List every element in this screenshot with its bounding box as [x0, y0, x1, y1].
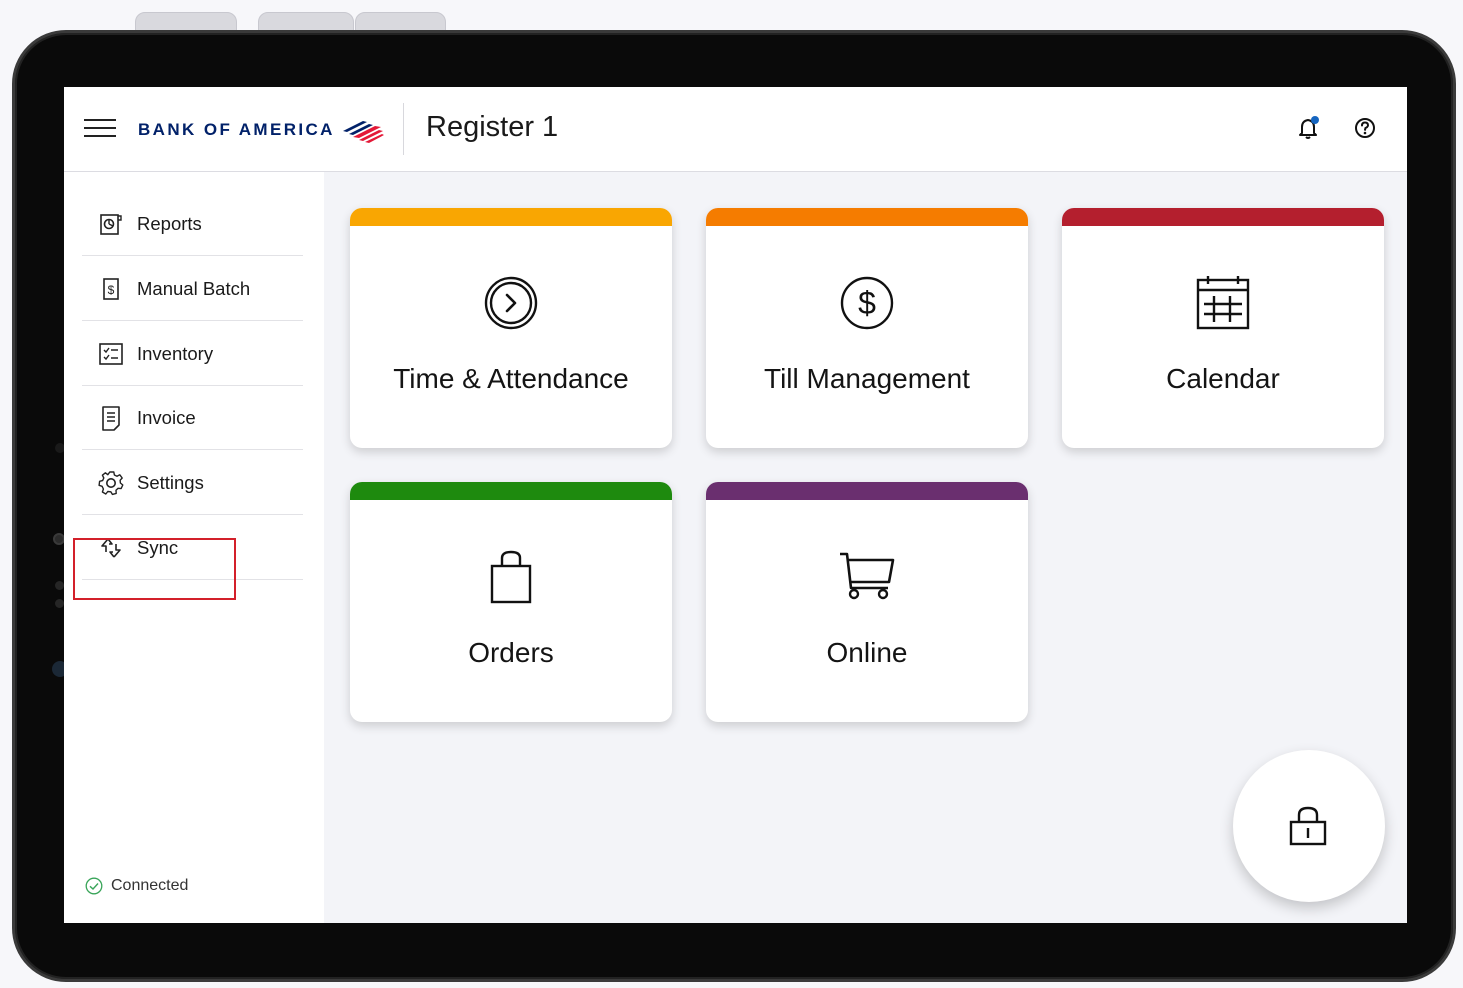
dollar-icon: $ — [840, 276, 894, 330]
tile-label: Online — [826, 637, 908, 668]
tile-label: Time & Attendance — [393, 363, 629, 394]
flag-logo-icon — [342, 121, 384, 143]
sidebar-item-sync[interactable]: Sync — [82, 516, 303, 580]
manual-batch-icon: $ — [103, 277, 119, 300]
sidebar-item-manual-batch[interactable]: $ Manual Batch — [82, 257, 303, 321]
sidebar-item-invoice[interactable]: Invoice — [82, 386, 303, 450]
logo-text: BANK OF AMERICA — [138, 120, 335, 139]
app-header: BANK OF AMERICA Register 1 — [64, 87, 1407, 172]
sync-icon — [101, 537, 121, 558]
tile-color-bar — [1062, 208, 1384, 226]
gear-icon — [98, 470, 124, 495]
sidebar-item-label: Invoice — [137, 406, 196, 428]
tile-orders[interactable]: Orders — [350, 482, 672, 722]
tile-color-bar — [350, 208, 672, 226]
tile-time-attendance[interactable]: Time & Attendance — [350, 208, 672, 448]
svg-text:$: $ — [858, 285, 876, 321]
calendar-icon — [1196, 276, 1250, 330]
status-text: Connected — [111, 877, 189, 894]
invoice-icon — [102, 405, 120, 431]
tile-color-bar — [350, 482, 672, 500]
sidebar-item-settings[interactable]: Settings — [82, 451, 303, 515]
sidebar-item-label: Settings — [137, 471, 204, 493]
sidebar-item-label: Manual Batch — [137, 277, 251, 299]
sidebar-item-label: Sync — [137, 536, 179, 558]
menu-icon[interactable] — [84, 119, 116, 137]
connection-status: Connected — [85, 877, 188, 895]
tile-label: Till Management — [764, 363, 970, 394]
tile-online[interactable]: Online — [706, 482, 1028, 722]
shopping-bag-icon — [490, 550, 532, 604]
bell-icon[interactable] — [1296, 115, 1322, 141]
tile-label: Calendar — [1166, 363, 1280, 394]
tile-label: Orders — [468, 637, 554, 668]
sidebar-item-reports[interactable]: Reports — [82, 192, 303, 256]
clock-icon — [484, 276, 538, 330]
lock-button[interactable] — [1233, 750, 1385, 902]
sidebar-item-label: Inventory — [137, 342, 214, 364]
sidebar: Reports $ Manual Batch Inventory Invoice… — [64, 172, 324, 923]
sidebar-item-inventory[interactable]: Inventory — [82, 322, 303, 386]
help-icon[interactable] — [1354, 117, 1376, 139]
reports-icon — [100, 213, 122, 235]
tile-calendar[interactable]: Calendar — [1062, 208, 1384, 448]
sidebar-item-label: Reports — [137, 212, 202, 234]
tile-color-bar — [706, 482, 1028, 500]
device-sensor — [55, 581, 64, 590]
cart-icon — [840, 552, 895, 600]
inventory-icon — [99, 342, 123, 365]
page-title: Register 1 — [426, 111, 559, 143]
device-sensor — [55, 599, 64, 608]
app-screen: BANK OF AMERICA Register 1 Reports $ Man… — [64, 87, 1407, 923]
lock-icon — [1289, 806, 1327, 846]
bank-logo: BANK OF AMERICA — [138, 115, 385, 145]
svg-text:$: $ — [108, 283, 115, 297]
header-divider — [403, 103, 404, 155]
check-circle-icon — [85, 877, 103, 895]
tile-till-management[interactable]: $ Till Management — [706, 208, 1028, 448]
tile-color-bar — [706, 208, 1028, 226]
